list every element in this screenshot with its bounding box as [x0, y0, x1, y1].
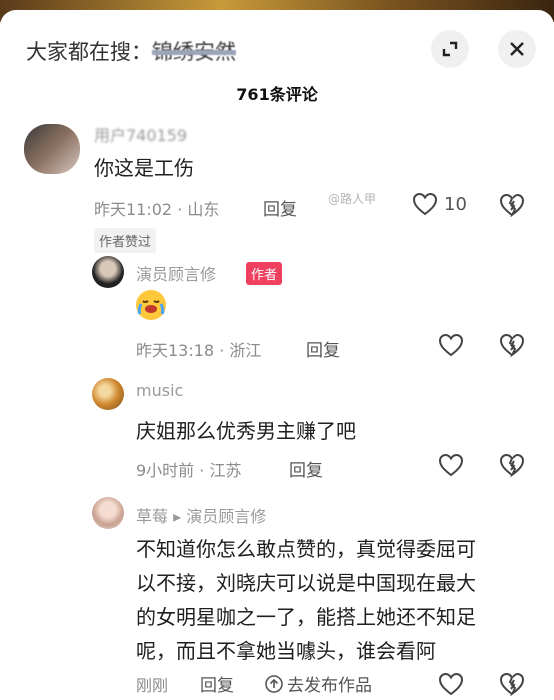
author-liked-badge: 作者赞过: [94, 228, 157, 253]
search-term[interactable]: 锦绣安然: [152, 40, 236, 64]
comment-username[interactable]: 演员顾言修: [136, 261, 216, 285]
comment-username[interactable]: 用户740159: [94, 122, 187, 146]
like-count: 10: [444, 193, 467, 215]
reply-button[interactable]: 回复: [200, 671, 234, 696]
comment-username[interactable]: music: [136, 381, 183, 400]
broken-heart-icon: [499, 453, 525, 478]
comment-meta: 9小时前 · 江苏: [136, 461, 242, 480]
comment-text: 你这是工伤: [94, 156, 194, 180]
author-tag: 作者: [246, 262, 283, 285]
heart-icon: [438, 453, 464, 477]
avatar[interactable]: [92, 256, 124, 288]
avatar[interactable]: [24, 124, 80, 174]
like-button[interactable]: [438, 333, 464, 361]
expand-icon: [442, 41, 458, 57]
like-button[interactable]: [438, 672, 464, 700]
watermark: @路人甲: [328, 192, 377, 206]
broken-heart-icon: [499, 333, 525, 358]
search-suggestion[interactable]: 大家都在搜：锦绣安然: [26, 36, 236, 66]
comment-count: 761条评论: [236, 85, 318, 104]
heart-icon: [438, 333, 464, 357]
reply-button[interactable]: 回复: [289, 456, 323, 481]
reply-button[interactable]: 回复: [306, 336, 340, 361]
broken-heart-icon: [499, 672, 525, 697]
close-button[interactable]: [498, 30, 536, 68]
comment-meta: 刚刚: [136, 676, 169, 695]
heart-icon: [412, 192, 438, 216]
comment-meta: 昨天11:02 · 山东: [94, 200, 220, 219]
reply-button[interactable]: 回复: [263, 195, 297, 220]
heart-icon: [438, 672, 464, 696]
reply-arrow-icon: ▸: [173, 507, 187, 526]
comment-meta: 昨天13:18 · 浙江: [136, 341, 262, 360]
dislike-button[interactable]: [499, 333, 525, 361]
broken-heart-icon: [499, 193, 525, 218]
expand-button[interactable]: [431, 30, 469, 68]
crying-emoji-icon: [136, 290, 166, 320]
avatar[interactable]: [92, 497, 124, 529]
like-button[interactable]: [438, 453, 464, 481]
close-icon: [510, 42, 524, 56]
avatar[interactable]: [92, 378, 124, 410]
publish-work-button[interactable]: 去发布作品: [265, 671, 372, 696]
comment-username[interactable]: 草莓 ▸ 演员顾言修: [136, 503, 266, 527]
reply-to-username: 演员顾言修: [186, 507, 267, 526]
like-button[interactable]: 10: [412, 192, 467, 216]
comment-text: 庆姐那么优秀男主赚了吧: [136, 419, 356, 443]
dislike-button[interactable]: [499, 193, 525, 221]
search-prefix: 大家都在搜：: [26, 40, 152, 64]
comment-text: 不知道你怎么敢点赞的，真觉得委屈可 以不接，刘晓庆可以说是中国现在最大 的女明星…: [136, 537, 476, 663]
dislike-button[interactable]: [499, 453, 525, 481]
dislike-button[interactable]: [499, 672, 525, 700]
